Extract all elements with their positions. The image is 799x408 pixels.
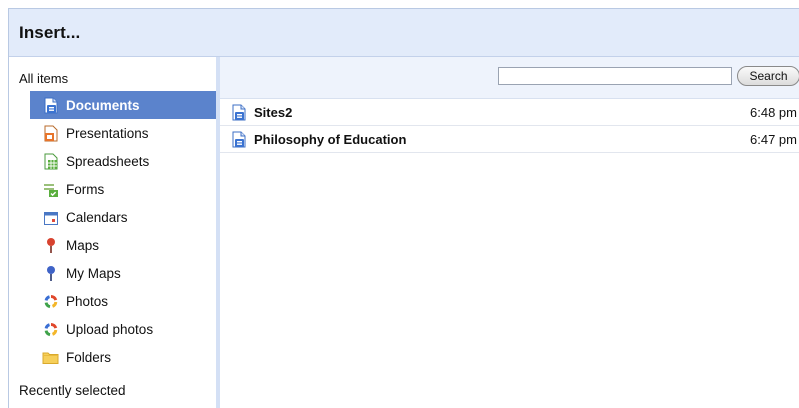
sidebar-item-label: Presentations	[66, 125, 149, 141]
dialog-title: Insert...	[19, 22, 81, 42]
sidebar-item-label: Documents	[66, 97, 140, 113]
sidebar-nav: Documents Presentations Spreadsheets For…	[30, 91, 216, 371]
document-list: Sites2 6:48 pm Philosophy of Education 6…	[220, 99, 799, 153]
sidebar-item-presentations[interactable]: Presentations	[30, 119, 216, 147]
document-icon	[42, 97, 59, 114]
sidebar-item-maps[interactable]: Maps	[30, 231, 216, 259]
spreadsheet-icon	[42, 153, 59, 170]
search-bar: Search	[220, 57, 799, 99]
sidebar-item-label: Photos	[66, 293, 109, 309]
document-pane: Search Sites2 6:48 pm Philosophy of Educ…	[220, 57, 799, 408]
sidebar-item-my-maps[interactable]: My Maps	[30, 259, 216, 287]
folder-icon	[42, 349, 59, 366]
sidebar-item-label: Spreadsheets	[66, 153, 150, 169]
dialog-body: All items Documents Presentations Spread…	[9, 57, 799, 408]
sidebar-item-photos[interactable]: Photos	[30, 287, 216, 315]
document-time: 6:47 pm	[750, 131, 797, 147]
dialog-title-bar: Insert...	[9, 9, 799, 57]
document-title: Sites2	[254, 104, 293, 120]
recently-selected-label[interactable]: Recently selected	[19, 383, 126, 398]
sidebar-item-label: Upload photos	[66, 321, 154, 337]
search-button[interactable]: Search	[737, 66, 799, 86]
document-icon	[231, 104, 247, 121]
my-map-pin-icon	[42, 265, 59, 282]
table-row[interactable]: Sites2 6:48 pm	[220, 99, 799, 126]
presentation-icon	[42, 125, 59, 142]
sidebar-item-label: Calendars	[66, 209, 128, 225]
calendar-icon	[42, 209, 59, 226]
map-pin-icon	[42, 237, 59, 254]
sidebar-item-upload-photos[interactable]: Upload photos	[30, 315, 216, 343]
insert-dialog: Insert... All items Documents Presentati…	[8, 8, 799, 408]
sidebar-item-label: Maps	[66, 237, 100, 253]
sidebar-item-label: Forms	[66, 181, 105, 197]
sidebar-item-forms[interactable]: Forms	[30, 175, 216, 203]
all-items-label[interactable]: All items	[19, 71, 68, 86]
sidebar-item-calendars[interactable]: Calendars	[30, 203, 216, 231]
document-icon	[231, 131, 247, 148]
sidebar-item-spreadsheets[interactable]: Spreadsheets	[30, 147, 216, 175]
table-row[interactable]: Philosophy of Education 6:47 pm	[220, 126, 799, 153]
sidebar-item-folders[interactable]: Folders	[30, 343, 216, 371]
search-input[interactable]	[498, 67, 732, 85]
document-title: Philosophy of Education	[254, 131, 407, 147]
photos-icon	[42, 293, 59, 310]
sidebar-item-documents[interactable]: Documents	[30, 91, 216, 119]
sidebar-item-label: My Maps	[66, 265, 121, 281]
sidebar: All items Documents Presentations Spread…	[9, 57, 220, 408]
upload-photos-icon	[42, 321, 59, 338]
sidebar-item-label: Folders	[66, 349, 112, 365]
form-icon	[42, 181, 59, 198]
document-time: 6:48 pm	[750, 104, 797, 120]
